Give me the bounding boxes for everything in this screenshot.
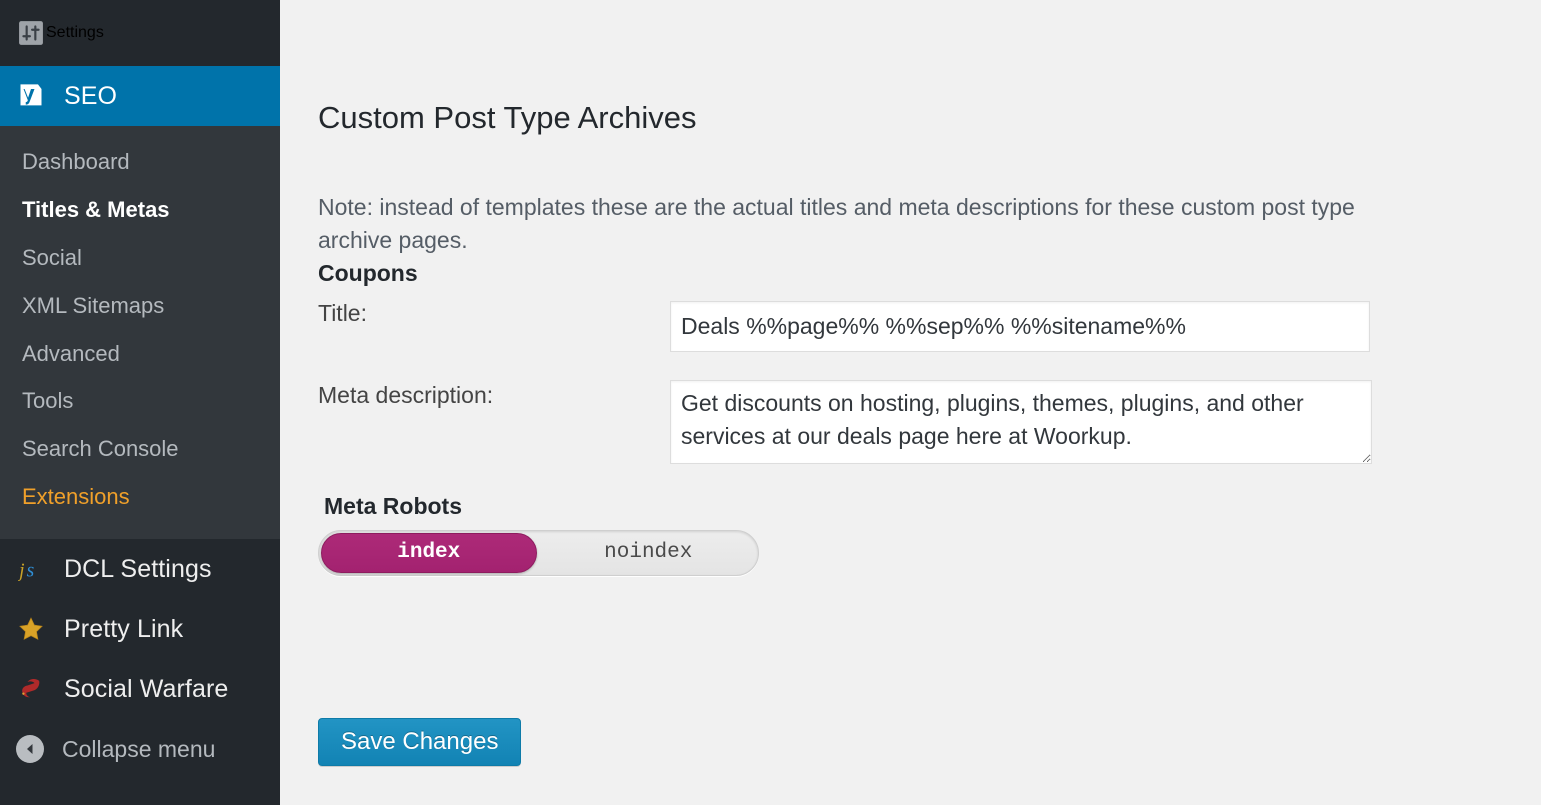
collapse-menu-button[interactable]: Collapse menu bbox=[0, 719, 280, 779]
sidebar-item-seo-label: SEO bbox=[64, 81, 118, 110]
sidebar-item-social-warfare-label: Social Warfare bbox=[64, 674, 229, 703]
collapse-arrow-icon bbox=[16, 735, 44, 764]
title-input[interactable] bbox=[670, 301, 1370, 352]
yoast-icon bbox=[16, 81, 46, 111]
sliders-icon bbox=[16, 18, 46, 48]
meta-description-textarea[interactable] bbox=[670, 380, 1372, 464]
sidebar-item-dcl-settings-label: DCL Settings bbox=[64, 554, 212, 583]
social-warfare-icon bbox=[16, 674, 46, 704]
page-title: Custom Post Type Archives bbox=[318, 100, 697, 135]
sidebar-item-seo[interactable]: SEO bbox=[0, 66, 294, 126]
meta-robots-toggle[interactable]: index noindex bbox=[318, 530, 759, 576]
sidebar-item-settings-label: Settings bbox=[46, 24, 104, 41]
sidebar-item-extensions[interactable]: Extensions bbox=[0, 473, 280, 521]
sidebar-item-settings[interactable]: Settings bbox=[0, 0, 280, 66]
page-note: Note: instead of templates these are the… bbox=[318, 194, 1355, 253]
sidebar-item-xml-sitemaps[interactable]: XML Sitemaps bbox=[0, 282, 280, 330]
sidebar-item-search-console[interactable]: Search Console bbox=[0, 425, 280, 473]
main-content: Custom Post Type Archives Note: instead … bbox=[280, 0, 1541, 805]
svg-text:s: s bbox=[27, 561, 35, 582]
meta-description-label: Meta description: bbox=[318, 382, 494, 408]
sidebar-item-pretty-link-label: Pretty Link bbox=[64, 614, 184, 643]
admin-screen: Settings SEO Dashboard Titles & Metas So… bbox=[0, 0, 1541, 805]
js-icon: j s bbox=[16, 554, 46, 584]
collapse-menu-label: Collapse menu bbox=[62, 735, 216, 762]
admin-sidebar: Settings SEO Dashboard Titles & Metas So… bbox=[0, 0, 294, 805]
sidebar-item-dashboard[interactable]: Dashboard bbox=[0, 138, 280, 186]
save-changes-button[interactable]: Save Changes bbox=[318, 718, 522, 766]
sidebar-item-social[interactable]: Social bbox=[0, 234, 280, 282]
svg-text:j: j bbox=[18, 561, 25, 582]
sidebar-item-dcl-settings[interactable]: j s DCL Settings bbox=[0, 539, 280, 599]
sidebar-item-advanced[interactable]: Advanced bbox=[0, 330, 280, 378]
meta-robots-heading: Meta Robots bbox=[324, 493, 462, 519]
sidebar-item-pretty-link[interactable]: Pretty Link bbox=[0, 599, 280, 659]
star-icon bbox=[16, 614, 46, 644]
title-field-label: Title: bbox=[318, 300, 367, 326]
seo-submenu: Dashboard Titles & Metas Social XML Site… bbox=[0, 126, 280, 540]
post-type-heading: Coupons bbox=[318, 260, 418, 286]
meta-robots-option-noindex[interactable]: noindex bbox=[539, 531, 759, 575]
sidebar-item-titles-metas[interactable]: Titles & Metas bbox=[0, 186, 280, 234]
meta-robots-option-index[interactable]: index bbox=[319, 531, 539, 575]
sidebar-item-social-warfare[interactable]: Social Warfare bbox=[0, 659, 280, 719]
sidebar-item-tools[interactable]: Tools bbox=[0, 377, 280, 425]
